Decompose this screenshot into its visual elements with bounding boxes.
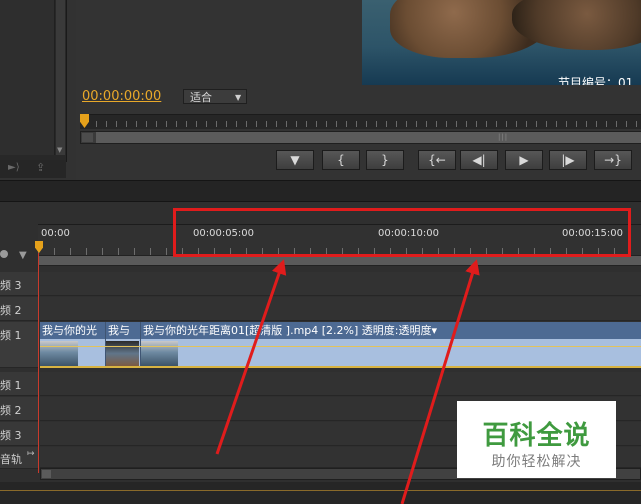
watermark-title: 百科全说 (482, 421, 591, 451)
watermark-subtitle: 助你轻松解决 (491, 454, 582, 470)
annotation-arrow-1 (215, 259, 287, 455)
watermark: 百科全说 助你轻松解决 (457, 401, 616, 478)
